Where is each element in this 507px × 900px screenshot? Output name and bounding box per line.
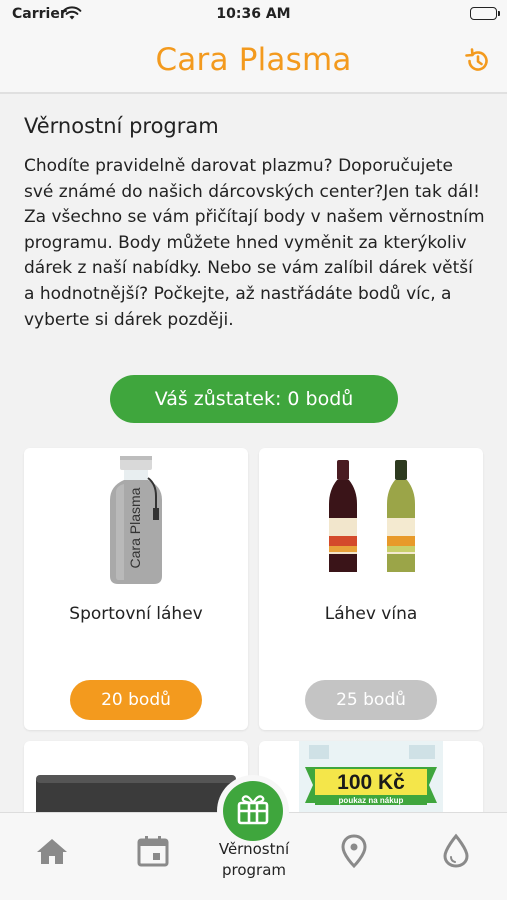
towel-image bbox=[24, 741, 248, 812]
intro-text: Chodíte pravidelně darovat plazmu? Dopor… bbox=[24, 156, 485, 330]
tab-plasma[interactable] bbox=[436, 831, 476, 871]
app-title: Cara Plasma bbox=[155, 42, 352, 78]
tab-calendar[interactable] bbox=[133, 831, 173, 871]
reward-card-sports-bottle[interactable]: Cara Plasma Sportovní láhev 20 bodů bbox=[24, 448, 248, 730]
drop-icon bbox=[436, 833, 476, 875]
tab-loyalty[interactable] bbox=[223, 781, 283, 841]
reward-card-towel[interactable] bbox=[24, 741, 248, 812]
voucher-image: 100 Kč poukaz na nákup bbox=[299, 741, 443, 812]
reward-card-voucher[interactable]: 100 Kč poukaz na nákup bbox=[259, 741, 483, 812]
bottom-tab-bar: Věrnostní program bbox=[0, 775, 507, 900]
status-bar: Carrier 10:36 AM bbox=[0, 0, 507, 30]
app-header: Cara Plasma bbox=[0, 30, 507, 94]
sports-bottle-image: Cara Plasma bbox=[24, 448, 248, 588]
bottle-print-text: Cara Plasma bbox=[127, 487, 143, 568]
home-icon bbox=[32, 839, 72, 875]
tab-loyalty-label[interactable]: Věrnostní program bbox=[190, 839, 318, 881]
reward-card-wine-bottle[interactable]: Láhev vína 25 bodů bbox=[259, 448, 483, 730]
reward-points-button[interactable]: 20 bodů bbox=[70, 680, 202, 720]
wine-bottles-image bbox=[259, 448, 483, 588]
reward-points-button[interactable]: 25 bodů bbox=[305, 680, 437, 720]
voucher-value: 100 Kč bbox=[337, 771, 405, 794]
history-icon[interactable] bbox=[463, 47, 491, 75]
tab-locations[interactable] bbox=[334, 831, 374, 871]
reward-name: Sportovní láhev bbox=[69, 604, 203, 624]
reward-name: Láhev vína bbox=[324, 604, 418, 624]
loyalty-content[interactable]: Věrnostní program Chodíte pravidelně dar… bbox=[0, 96, 507, 812]
balance-badge: Váš zůstatek: 0 bodů bbox=[110, 375, 398, 423]
tab-home[interactable] bbox=[32, 831, 72, 871]
voucher-subtitle: poukaz na nákup bbox=[338, 796, 404, 805]
location-pin-icon bbox=[334, 834, 374, 875]
page-title: Věrnostní program bbox=[24, 114, 219, 138]
clock: 10:36 AM bbox=[216, 6, 291, 22]
battery-icon bbox=[470, 7, 500, 20]
calendar-icon bbox=[133, 836, 173, 875]
